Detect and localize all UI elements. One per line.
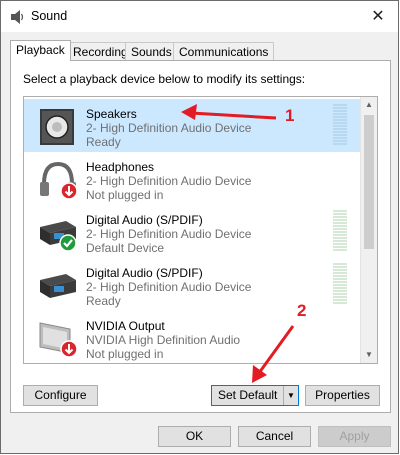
speaker-small-icon	[11, 10, 24, 24]
device-row-headphones[interactable]: Headphones 2- High Definition Audio Devi…	[24, 152, 364, 205]
device-status: Ready	[86, 294, 121, 308]
set-default-dropdown-arrow[interactable]: ▼	[283, 386, 298, 405]
device-status: Not plugged in	[86, 347, 164, 361]
tab-sounds[interactable]: Sounds	[125, 42, 178, 60]
device-status: Not plugged in	[86, 188, 164, 202]
device-row-nvidia-output[interactable]: NVIDIA Output NVIDIA High Definition Aud…	[24, 311, 364, 363]
close-button[interactable]: ✕	[364, 4, 392, 28]
cancel-button[interactable]: Cancel	[238, 426, 311, 447]
set-default-button[interactable]: Set Default ▼	[211, 385, 299, 406]
scroll-down-arrow[interactable]: ▼	[361, 347, 377, 363]
tab-playback[interactable]: Playback	[10, 40, 71, 61]
instructions-label: Select a playback device below to modify…	[23, 72, 306, 86]
device-description: 2- High Definition Audio Device	[86, 174, 252, 188]
monitor-icon	[39, 322, 78, 358]
device-status: Ready	[86, 135, 121, 149]
device-description: 2- High Definition Audio Device	[86, 227, 252, 241]
ok-button[interactable]: OK	[158, 426, 231, 447]
device-description: 2- High Definition Audio Device	[86, 121, 252, 135]
apply-button[interactable]: Apply	[318, 426, 391, 447]
device-row-digital-audio[interactable]: Digital Audio (S/PDIF) 2- High Definitio…	[24, 258, 364, 311]
device-list-scrollbar[interactable]: ▲ ▼	[360, 97, 377, 363]
device-row-speakers[interactable]: Speakers 2- High Definition Audio Device…	[24, 99, 364, 152]
window-title: Sound	[31, 9, 68, 23]
sound-dialog: Sound ✕ Playback Recording Sounds Commun…	[0, 0, 399, 454]
device-status: Default Device	[86, 241, 165, 255]
device-name: Digital Audio (S/PDIF)	[86, 213, 203, 227]
device-name: Headphones	[86, 160, 155, 174]
volume-level-meter	[333, 263, 347, 305]
device-name: Digital Audio (S/PDIF)	[86, 266, 203, 280]
scroll-thumb[interactable]	[364, 115, 374, 249]
tab-communications[interactable]: Communications	[173, 42, 275, 60]
playback-panel: Select a playback device below to modify…	[10, 60, 391, 413]
device-row-digital-audio-default[interactable]: Digital Audio (S/PDIF) 2- High Definitio…	[24, 205, 364, 258]
volume-level-meter	[333, 104, 347, 146]
scroll-up-arrow[interactable]: ▲	[361, 97, 377, 113]
device-name: NVIDIA Output	[86, 319, 165, 333]
annotation-number-2: 2	[297, 301, 307, 320]
device-description: NVIDIA High Definition Audio	[86, 333, 241, 347]
speaker-icon	[40, 109, 74, 145]
properties-button[interactable]: Properties	[305, 385, 380, 406]
configure-button[interactable]: Configure	[23, 385, 98, 406]
tab-recording[interactable]: Recording	[67, 42, 134, 60]
digital-audio-icon	[40, 221, 77, 252]
device-name: Speakers	[86, 107, 137, 121]
annotation-number-1: 1	[285, 106, 295, 125]
headphones-icon	[40, 161, 78, 200]
title-bar: Sound ✕	[1, 1, 398, 32]
volume-level-meter	[333, 210, 347, 252]
device-description: 2- High Definition Audio Device	[86, 280, 252, 294]
set-default-label: Set Default	[218, 388, 278, 402]
digital-audio-icon	[40, 274, 76, 298]
device-list[interactable]: Speakers 2- High Definition Audio Device…	[23, 96, 378, 364]
